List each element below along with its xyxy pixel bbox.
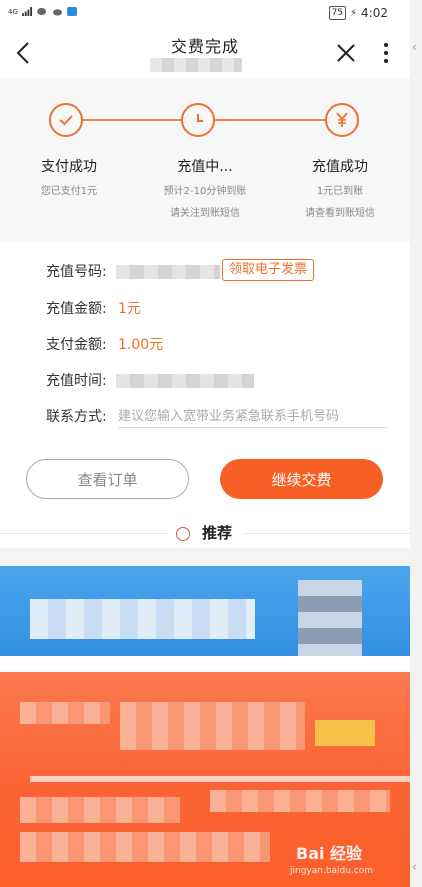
paid-label: 支付金额: <box>46 337 107 353</box>
battery-indicator: 75 <box>328 6 347 20</box>
continue-pay-button[interactable]: 继续交费 <box>220 459 383 499</box>
recommend-title: 推荐 <box>202 524 233 542</box>
contact-input[interactable] <box>118 406 388 428</box>
check-icon <box>59 115 73 126</box>
banner-gap <box>0 656 410 672</box>
network-indicator: 4G <box>8 7 18 16</box>
time-label: 充值时间: <box>46 373 107 389</box>
nav-bar: 交费完成 <box>0 28 410 78</box>
step-1-desc: 您已支付1元 <box>40 186 98 197</box>
number-label: 充值号码: <box>46 264 107 280</box>
status-left: 4G <box>8 7 78 16</box>
step-2-desc: 预计2-10分钟到账 <box>163 186 247 197</box>
status-right: 75 ⚡ 4:02 <box>328 6 388 20</box>
app-notify-icon <box>66 7 77 16</box>
baidu-watermark-url: jingyan.baidu.com <box>290 866 374 876</box>
status-bar: 4G 75 ⚡ 4:02 <box>0 0 410 28</box>
banner-text-mosaic <box>20 702 110 724</box>
banner-text-mosaic <box>30 599 255 639</box>
step-3-circle <box>325 103 359 137</box>
step-2-desc-2: 请关注到账短信 <box>170 208 240 219</box>
clock: 4:02 <box>361 6 388 20</box>
time-value-mosaic <box>116 374 254 388</box>
step-1-circle <box>49 103 83 137</box>
info-row-amount: 充值金额: 1元 <box>46 299 141 319</box>
banner-text-mosaic <box>20 832 270 862</box>
amount-label: 充值金额: <box>46 301 107 317</box>
info-row-paid: 支付金额: 1.00元 <box>46 335 163 355</box>
clock-icon <box>197 114 203 122</box>
yuan-icon <box>336 112 348 127</box>
banner-text-mosaic <box>210 790 390 812</box>
divider <box>0 533 168 534</box>
step-connector <box>83 119 181 121</box>
step-3-desc: 1元已到账 <box>316 186 364 197</box>
signal-icon <box>21 7 32 16</box>
close-icon[interactable] <box>333 40 359 66</box>
wechat-icon <box>36 7 46 16</box>
contact-label: 联系方式: <box>46 409 107 425</box>
info-row-contact: 联系方式: <box>46 407 107 427</box>
baidu-watermark: Bai 经验 <box>296 844 363 863</box>
info-row-number: 充值号码: <box>46 262 220 282</box>
section-gap <box>0 548 410 566</box>
step-connector <box>215 119 327 121</box>
step-3-desc-2: 请查看到账短信 <box>305 208 375 219</box>
edge-chevron-icon: ‹ <box>412 40 417 54</box>
view-order-button[interactable]: 查看订单 <box>26 459 189 499</box>
cloud-icon <box>52 9 62 16</box>
step-1-title: 支付成功 <box>41 159 97 175</box>
step-2-title: 充值中... <box>177 159 233 175</box>
app-screen: 4G 75 ⚡ 4:02 交费完成 支付成功 您已支付1元 充值中... 预计2… <box>0 0 410 887</box>
banner-button-mosaic <box>315 720 375 746</box>
invoice-button[interactable]: 领取电子发票 <box>222 259 314 281</box>
divider <box>242 533 410 534</box>
more-icon[interactable] <box>376 40 396 66</box>
banner-image-mosaic <box>298 580 362 660</box>
recommend-icon <box>176 527 190 541</box>
progress-panel: 支付成功 您已支付1元 充值中... 预计2-10分钟到账 请关注到账短信 充值… <box>0 78 410 242</box>
edge-chevron-icon: ‹ <box>412 860 417 874</box>
step-2-circle <box>181 103 215 137</box>
charging-icon: ⚡ <box>350 7 358 19</box>
paid-value: 1.00元 <box>118 337 164 353</box>
banner-text-mosaic <box>20 797 180 823</box>
step-3-title: 充值成功 <box>312 159 368 175</box>
page-subtitle-mosaic <box>150 58 242 72</box>
amount-value: 1元 <box>118 301 141 317</box>
info-row-time: 充值时间: <box>46 371 254 391</box>
adjacent-window-edge: ‹ ‹ <box>410 0 422 887</box>
banner-divider <box>30 776 410 782</box>
banner-text-mosaic <box>120 702 305 750</box>
number-value-mosaic <box>116 265 220 279</box>
